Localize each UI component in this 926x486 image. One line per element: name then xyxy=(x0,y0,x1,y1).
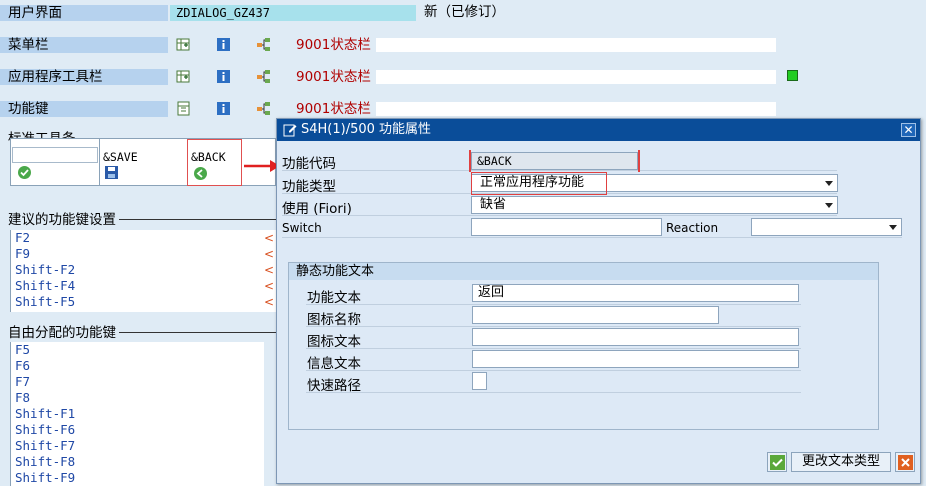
icon-name-label: 图标名称 xyxy=(307,312,361,328)
truncation-marker: < xyxy=(264,279,275,293)
info-icon[interactable] xyxy=(216,37,231,52)
confirm-button[interactable] xyxy=(767,452,787,472)
list-item[interactable]: F6 xyxy=(15,358,30,374)
function-text-label: 功能文本 xyxy=(307,290,361,306)
list-item[interactable]: F8 xyxy=(15,390,30,406)
save-icon[interactable] xyxy=(104,165,119,180)
info-text-field[interactable] xyxy=(472,350,799,368)
static-texts-title: 静态功能文本 xyxy=(289,263,878,280)
truncation-marker: < xyxy=(264,247,275,261)
chevron-down-icon[interactable] xyxy=(825,203,833,208)
close-icon[interactable]: ✕ xyxy=(901,123,916,137)
free-keys-list: F5 F6 F7 F8 Shift-F1 Shift-F6 Shift-F7 S… xyxy=(10,342,264,486)
info-text-label: 信息文本 xyxy=(307,356,361,372)
truncation-marker: < xyxy=(264,295,275,309)
info-icon[interactable] xyxy=(216,101,231,116)
check-icon[interactable] xyxy=(17,165,32,180)
cell-divider xyxy=(99,139,100,186)
use-fiori-dropdown[interactable]: 缺省 xyxy=(471,196,838,214)
info-icon[interactable] xyxy=(216,69,231,84)
edit-icon xyxy=(283,124,297,137)
free-keys-title: 自由分配的功能键 xyxy=(8,325,119,341)
hierarchy-icon[interactable] xyxy=(256,101,271,116)
use-fiori-label: 使用 (Fiori) xyxy=(282,201,352,217)
app-toolbar-label: 应用程序工具栏 xyxy=(0,69,168,85)
shortcut-label: 快速路径 xyxy=(307,378,361,394)
reaction-dropdown[interactable] xyxy=(751,218,902,236)
status-link-1[interactable]: 9001状态栏 xyxy=(296,37,371,53)
hierarchy-icon[interactable] xyxy=(256,69,271,84)
suggested-keys-list: F2 F9 Shift-F2 Shift-F4 Shift-F5 xyxy=(10,230,276,312)
list-item[interactable]: Shift-F9 xyxy=(15,470,75,486)
list-item[interactable]: Shift-F5 xyxy=(15,294,75,310)
user-interface-label: 用户界面 xyxy=(0,5,168,21)
use-fiori-value: 缺省 xyxy=(480,197,507,212)
function-keys-strip xyxy=(376,102,776,116)
back-icon[interactable] xyxy=(193,166,208,181)
hierarchy-icon[interactable] xyxy=(256,37,271,52)
std-item-save[interactable]: &SAVE xyxy=(103,150,138,164)
function-type-highlight xyxy=(471,172,607,195)
function-code-highlight xyxy=(469,150,640,172)
list-item[interactable]: Shift-F1 xyxy=(15,406,75,422)
list-item[interactable]: Shift-F6 xyxy=(15,422,75,438)
program-name-field[interactable]: ZDIALOG_GZ437 xyxy=(170,5,416,21)
chevron-down-icon[interactable] xyxy=(825,181,833,186)
switch-label: Switch xyxy=(282,221,322,235)
truncation-marker: < xyxy=(264,263,275,277)
chevron-down-icon[interactable] xyxy=(889,225,897,230)
dialog-title: S4H(1)/500 功能属性 xyxy=(301,122,432,137)
cancel-button[interactable] xyxy=(895,452,915,472)
list-item[interactable]: F7 xyxy=(15,374,30,390)
menubar-strip xyxy=(376,38,776,52)
function-type-label: 功能类型 xyxy=(282,179,336,195)
function-keys-label: 功能键 xyxy=(0,101,168,117)
list-item[interactable]: Shift-F8 xyxy=(15,454,75,470)
list-item[interactable]: F9 xyxy=(15,246,30,262)
function-code-label: 功能代码 xyxy=(282,156,336,172)
reaction-label: Reaction xyxy=(666,221,719,235)
status-link-2[interactable]: 9001状态栏 xyxy=(296,69,371,85)
row xyxy=(306,373,801,393)
menubar-label: 菜单栏 xyxy=(0,37,168,53)
static-texts-group: 静态功能文本 功能文本 返回 图标名称 图标文本 信息文本 快速路径 xyxy=(288,262,879,430)
table-expand-icon[interactable] xyxy=(176,37,191,52)
status-text: 新（已修订） xyxy=(424,4,505,20)
list-item[interactable]: Shift-F2 xyxy=(15,262,75,278)
icon-text-label: 图标文本 xyxy=(307,334,361,350)
function-text-field[interactable]: 返回 xyxy=(472,284,799,302)
cancel-icon xyxy=(898,455,913,470)
list-item[interactable]: F5 xyxy=(15,342,30,358)
icon-text-field[interactable] xyxy=(472,328,799,346)
function-attributes-dialog: S4H(1)/500 功能属性 ✕ 功能代码 &BACK 功能类型 正常应用程序… xyxy=(276,118,921,484)
check-icon xyxy=(770,455,785,470)
dialog-titlebar[interactable]: S4H(1)/500 功能属性 ✕ xyxy=(277,119,920,141)
truncation-marker: < xyxy=(264,231,275,245)
icon-name-field[interactable] xyxy=(472,306,719,324)
table-icon[interactable] xyxy=(176,101,191,116)
list-item[interactable]: F2 xyxy=(15,230,30,246)
table-expand-icon[interactable] xyxy=(176,69,191,84)
std-toolbar-cell[interactable] xyxy=(12,147,98,163)
change-text-type-button[interactable]: 更改文本类型 xyxy=(791,452,891,472)
std-item-back[interactable]: &BACK xyxy=(191,150,226,164)
suggested-keys-title: 建议的功能键设置 xyxy=(8,212,119,228)
status-link-3[interactable]: 9001状态栏 xyxy=(296,101,371,117)
list-item[interactable]: Shift-F4 xyxy=(15,278,75,294)
list-item[interactable]: Shift-F7 xyxy=(15,438,75,454)
shortcut-field[interactable] xyxy=(472,372,487,390)
switch-field[interactable] xyxy=(471,218,662,236)
status-green-indicator xyxy=(787,70,798,81)
app-toolbar-strip xyxy=(376,70,776,84)
